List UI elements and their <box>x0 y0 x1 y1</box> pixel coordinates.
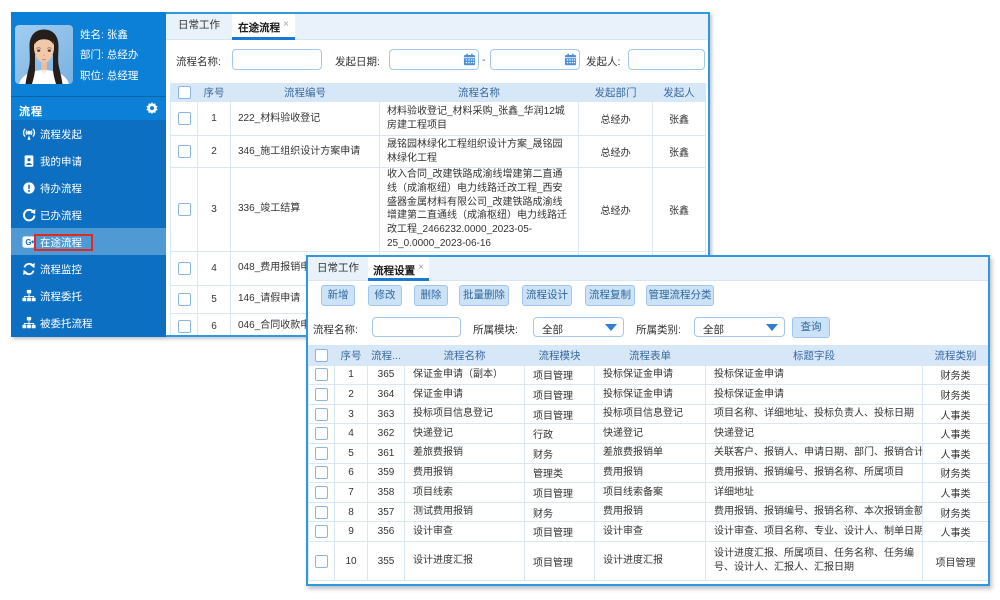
svg-text:G: G <box>25 238 31 247</box>
